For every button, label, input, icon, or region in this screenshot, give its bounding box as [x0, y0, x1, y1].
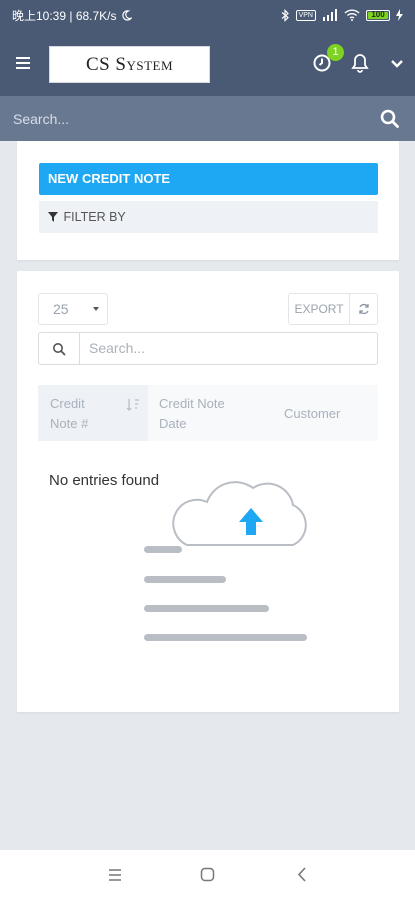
- column-header-credit-note-number[interactable]: Credit Note #: [38, 385, 148, 441]
- wifi-icon: [344, 9, 360, 21]
- table-search-icon-box: [39, 333, 80, 364]
- status-left: 晚上10:39 | 68.7K/s: [12, 7, 132, 24]
- filter-icon: [48, 211, 58, 222]
- back-icon[interactable]: [297, 867, 307, 882]
- status-bar: 晚上10:39 | 68.7K/s VPN 100: [0, 0, 415, 30]
- vpn-badge: VPN: [295, 9, 316, 21]
- status-time-speed: 晚上10:39 | 68.7K/s: [12, 8, 117, 23]
- table-search: [38, 332, 378, 365]
- global-search-input[interactable]: [13, 110, 353, 127]
- battery-level: 100: [371, 9, 385, 19]
- bell-icon[interactable]: [349, 52, 371, 74]
- new-credit-note-button[interactable]: New Credit Note: [39, 163, 378, 195]
- chevron-down-icon[interactable]: [388, 55, 406, 73]
- status-right: VPN 100: [281, 8, 403, 22]
- moon-icon: [121, 9, 132, 21]
- menu-icon[interactable]: [108, 869, 122, 881]
- refresh-icon: [358, 303, 369, 315]
- caret-down-icon: [93, 307, 99, 311]
- actions-card: New Credit Note Filter By: [17, 141, 399, 260]
- table-search-input[interactable]: [89, 340, 359, 356]
- column-header-line2: Note #: [50, 416, 89, 431]
- system-nav-bar: [0, 850, 415, 900]
- logo-text: CS System: [85, 53, 174, 75]
- refresh-button[interactable]: [349, 293, 378, 325]
- column-header-line2: Date: [159, 416, 187, 431]
- credit-notes-table-card: 25 Export Credit Note # Credit Note Date…: [17, 271, 399, 712]
- global-search-bar: [0, 96, 415, 141]
- filter-label: Filter By: [63, 210, 126, 224]
- cloud-upload-icon: [144, 481, 307, 641]
- export-button[interactable]: Export: [288, 293, 350, 325]
- table-header-row: Credit Note # Credit Note Date Customer: [38, 385, 378, 441]
- search-icon[interactable]: [379, 108, 401, 130]
- filter-by-button[interactable]: Filter By: [39, 201, 378, 233]
- notification-badge: 1: [327, 44, 344, 61]
- battery-icon: 100: [366, 9, 390, 21]
- home-icon[interactable]: [200, 867, 215, 882]
- column-header-line1: Credit Note: [159, 396, 225, 411]
- charging-icon: [396, 9, 403, 21]
- search-icon: [53, 342, 66, 355]
- menu-icon[interactable]: [16, 57, 30, 69]
- app-header: CS System 1: [0, 30, 415, 96]
- column-header-customer[interactable]: Customer: [284, 385, 374, 441]
- bluetooth-icon: [281, 8, 289, 22]
- sort-icon: [126, 399, 139, 411]
- per-page-select[interactable]: 25: [38, 293, 108, 325]
- per-page-value: 25: [53, 301, 69, 317]
- column-header-credit-note-date[interactable]: Credit Note Date: [159, 385, 259, 441]
- logo[interactable]: CS System: [49, 46, 210, 83]
- signal-icon: [323, 9, 337, 21]
- column-header-line1: Customer: [284, 406, 341, 421]
